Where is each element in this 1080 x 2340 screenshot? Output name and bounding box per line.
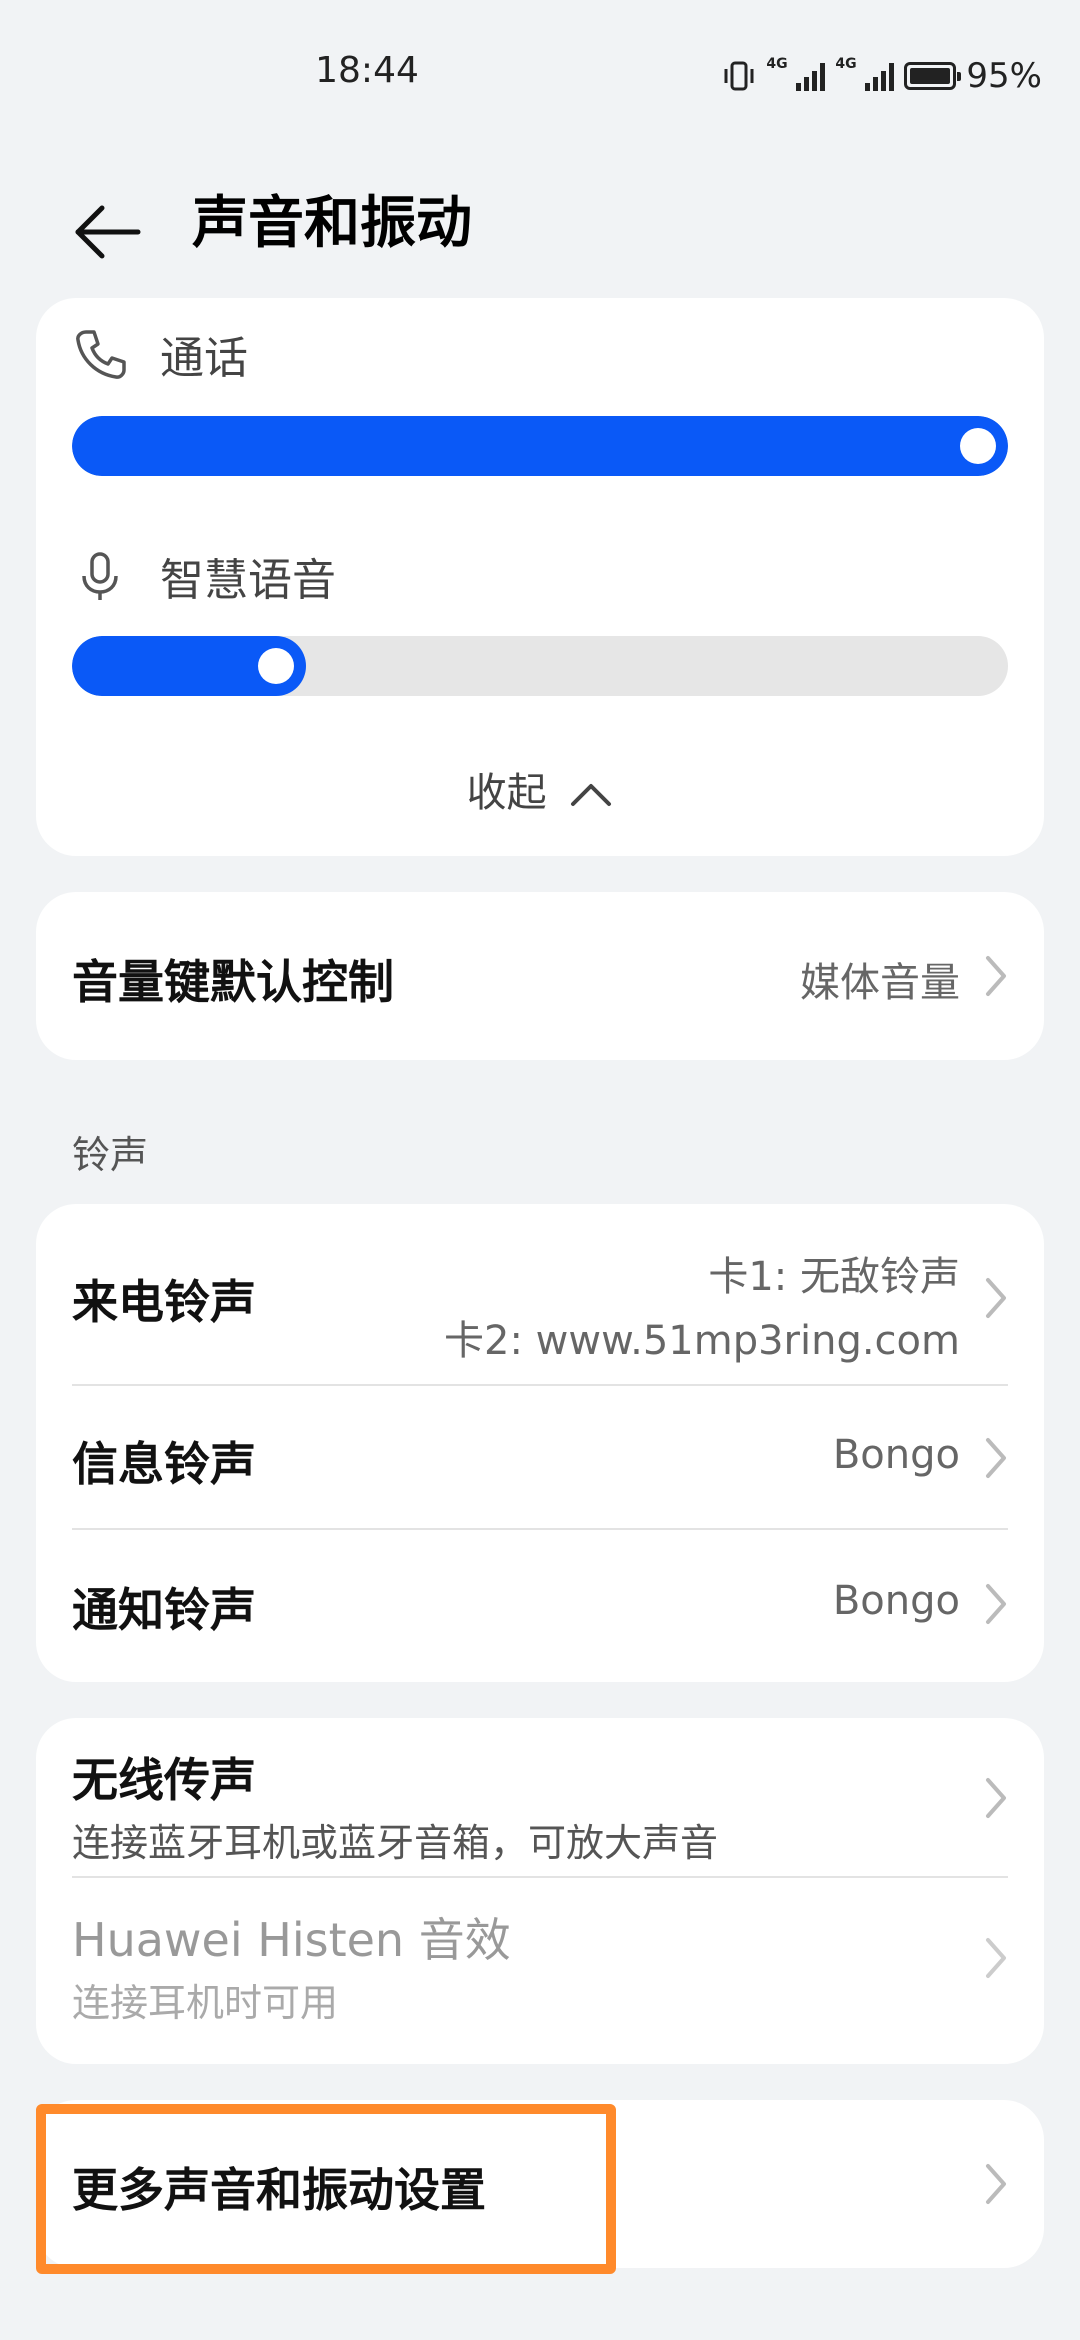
- collapse-label: 收起: [466, 770, 547, 816]
- incoming-ringtone-sim1: 卡1: 无敌铃声: [708, 1254, 960, 1300]
- chevron-right-icon: [986, 2164, 1006, 2204]
- arrow-left-icon: [75, 205, 141, 259]
- chevron-right-icon: [986, 956, 1006, 996]
- histen-effect-subtitle: 连接耳机时可用: [72, 1981, 339, 2025]
- status-bar: 18:44 4G 4G 95%: [0, 0, 1080, 150]
- notification-ringtone-label: 通知铃声: [72, 1583, 256, 1637]
- back-button[interactable]: [68, 190, 148, 270]
- volume-key-row[interactable]: 音量键默认控制 媒体音量: [36, 892, 1044, 1060]
- incoming-ringtone-label: 来电铃声: [72, 1275, 256, 1329]
- wireless-sound-subtitle: 连接蓝牙耳机或蓝牙音箱，可放大声音: [72, 1821, 719, 1865]
- histen-effect-title: Huawei Histen 音效: [72, 1913, 511, 1967]
- notification-ringtone-row[interactable]: 通知铃声 Bongo: [36, 1530, 1044, 1680]
- notification-ringtone-value: Bongo: [832, 1578, 960, 1624]
- chevron-up-icon: [571, 784, 612, 806]
- call-volume-knob[interactable]: [960, 428, 996, 464]
- message-ringtone-row[interactable]: 信息铃声 Bongo: [36, 1386, 1044, 1528]
- voice-volume-slider[interactable]: [72, 636, 1008, 696]
- message-ringtone-value: Bongo: [832, 1432, 960, 1478]
- ringtone-section-label: 铃声: [72, 1133, 149, 1177]
- battery-icon: [904, 62, 962, 90]
- chevron-right-icon: [986, 1278, 1006, 1318]
- voice-volume-row: 智慧语音: [72, 544, 336, 608]
- audio-card: 无线传声 连接蓝牙耳机或蓝牙音箱，可放大声音 Huawei Histen 音效 …: [36, 1718, 1044, 2064]
- wireless-sound-title: 无线传声: [72, 1753, 256, 1807]
- microphone-icon: [82, 552, 118, 600]
- incoming-ringtone-row[interactable]: 来电铃声 卡1: 无敌铃声 卡2: www.51mp3ring.com: [36, 1204, 1044, 1384]
- header: 声音和振动: [0, 170, 1080, 280]
- call-volume-label: 通话: [160, 333, 248, 384]
- chevron-right-icon: [986, 1778, 1006, 1818]
- page-title: 声音和振动: [192, 191, 472, 256]
- battery-percent: 95%: [966, 56, 1042, 96]
- status-time: 18:44: [315, 50, 419, 91]
- highlight-box: [36, 2104, 616, 2274]
- ringtone-card: 来电铃声 卡1: 无敌铃声 卡2: www.51mp3ring.com 信息铃声…: [36, 1204, 1044, 1682]
- message-ringtone-label: 信息铃声: [72, 1437, 256, 1491]
- vibrate-icon: [724, 61, 754, 91]
- voice-volume-label: 智慧语音: [160, 555, 336, 606]
- signal-sim1-icon: 4G: [766, 57, 826, 91]
- wireless-sound-row[interactable]: 无线传声 连接蓝牙耳机或蓝牙音箱，可放大声音: [36, 1718, 1044, 1876]
- call-volume-fill: [72, 416, 1008, 476]
- collapse-button[interactable]: 收起: [36, 760, 1044, 818]
- phone-icon: [76, 330, 126, 379]
- call-volume-slider[interactable]: [72, 416, 1008, 476]
- voice-volume-knob[interactable]: [258, 648, 294, 684]
- chevron-right-icon: [986, 1938, 1006, 1978]
- incoming-ringtone-sim2: 卡2: www.51mp3ring.com: [444, 1318, 960, 1364]
- call-volume-row: 通话: [72, 322, 248, 386]
- status-icons: 4G 4G 95%: [722, 56, 1042, 96]
- signal-sim2-icon: 4G: [835, 57, 895, 91]
- volume-key-label: 音量键默认控制: [72, 955, 394, 1009]
- chevron-right-icon: [986, 1584, 1006, 1624]
- chevron-right-icon: [986, 1438, 1006, 1478]
- volume-card: 通话 智慧语音 收起: [36, 298, 1044, 856]
- histen-effect-row: Huawei Histen 音效 连接耳机时可用: [36, 1878, 1044, 2064]
- volume-key-value: 媒体音量: [800, 960, 960, 1006]
